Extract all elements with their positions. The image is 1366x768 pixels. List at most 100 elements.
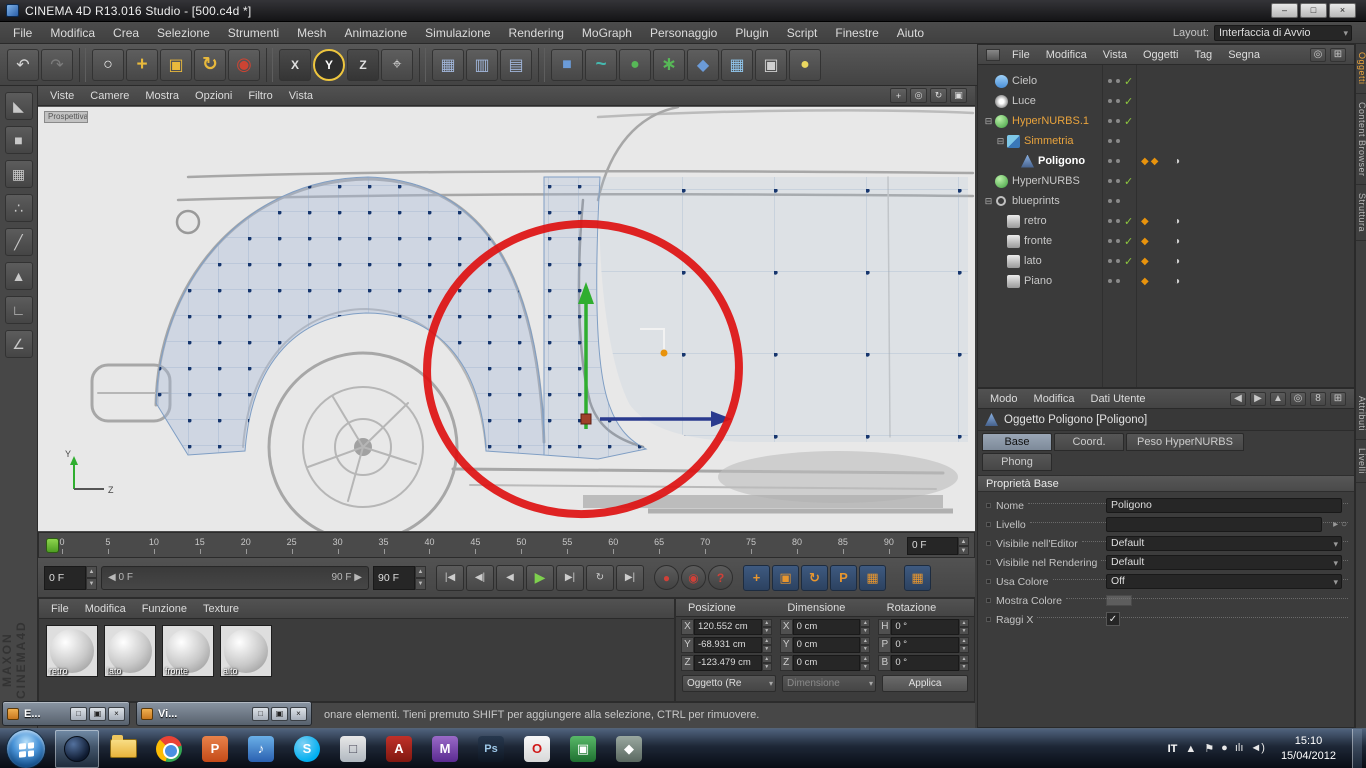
remote-desktop-taskbar-icon[interactable]: □ <box>331 730 375 768</box>
tree-item-luce[interactable]: Luce ✓ <box>978 91 1354 111</box>
visibility-dots-icon[interactable] <box>1108 179 1112 183</box>
object-mode-dropdown[interactable]: Oggetto (Re <box>682 675 776 692</box>
media-encoder-taskbar-icon[interactable]: ◆ <box>607 730 651 768</box>
position-field[interactable]: Z-123.479 cm▲▼ <box>681 655 772 671</box>
texture-tag-icon[interactable]: ◆◆ <box>1141 156 1160 167</box>
object-manager-menu-item[interactable]: File <box>1004 45 1038 65</box>
lock-z-axis-button[interactable]: Z <box>347 49 379 81</box>
uvw-tag-icon[interactable]: ◑ <box>1174 276 1180 287</box>
enabled-check-icon[interactable]: ✓ <box>1124 215 1133 228</box>
next-element-icon[interactable]: ▶ <box>1250 392 1266 406</box>
lock-x-axis-button[interactable]: X <box>279 49 311 81</box>
viewport-menu-item[interactable]: Mostra <box>137 86 187 106</box>
tree-item-poligono[interactable]: Poligono ◆◆ ◑ <box>978 151 1354 171</box>
new-panel-icon[interactable]: ⊞ <box>1330 392 1346 406</box>
network-icon[interactable]: ılı <box>1235 742 1244 755</box>
attribute-control[interactable]: Off <box>1106 574 1342 589</box>
record-keyframe-button[interactable]: ● <box>654 565 679 590</box>
tree-item-piano[interactable]: Piano ◆ ◑ <box>978 271 1354 291</box>
polygon-mode-button[interactable]: ▲ <box>5 262 33 290</box>
keyframe-selection-toggle[interactable]: ▦ <box>904 565 931 591</box>
attribute-menu-item[interactable]: Modo <box>982 389 1026 409</box>
separator[interactable] <box>419 48 426 82</box>
media-player-taskbar-icon[interactable]: ♪ <box>239 730 283 768</box>
panel-side-tab[interactable]: Oggetti <box>1356 44 1366 94</box>
object-manager-menu-item[interactable]: Segna <box>1220 45 1268 65</box>
explorer-taskbar-icon[interactable] <box>101 730 145 768</box>
visibility-dots-icon[interactable] <box>1108 99 1112 103</box>
object-label[interactable]: Poligono <box>1038 155 1085 167</box>
separator[interactable] <box>538 48 545 82</box>
expand-button[interactable]: ▣ <box>89 707 106 721</box>
rotation-field[interactable]: H0 °▲▼ <box>878 619 969 635</box>
section-header[interactable]: Proprietà Base <box>978 475 1354 492</box>
object-label[interactable]: retro <box>1024 215 1047 227</box>
apply-button[interactable]: Applica <box>882 675 968 692</box>
chrome-taskbar-icon[interactable] <box>147 730 191 768</box>
language-indicator[interactable]: IT <box>1168 743 1178 755</box>
range-start-stepper[interactable]: ▲▼ <box>86 566 97 590</box>
menu-item[interactable]: Animazione <box>335 22 416 44</box>
add-camera-button[interactable]: ▣ <box>755 49 787 81</box>
object-label[interactable]: lato <box>1024 255 1042 267</box>
make-editable-button[interactable]: ◣ <box>5 92 33 120</box>
search-icon[interactable]: ◎ <box>1310 48 1326 62</box>
panel-side-tab[interactable]: Struttura <box>1356 185 1366 241</box>
range-end-field[interactable]: 90 F ▲▼ <box>373 566 426 590</box>
expand-button[interactable]: ▣ <box>271 707 288 721</box>
timeline-ruler[interactable]: 051015202530354045505560657075808590 0 F… <box>38 532 975 558</box>
goto-end-button[interactable]: ▶| <box>616 565 644 591</box>
search-icon[interactable]: ◎ <box>1290 392 1306 406</box>
menu-item[interactable]: Strumenti <box>219 22 288 44</box>
visibility-dots-icon[interactable] <box>1108 239 1112 243</box>
opera-taskbar-icon[interactable]: O <box>515 730 559 768</box>
tree-item-retro[interactable]: retro ✓ ◆ ◑ <box>978 211 1354 231</box>
close-button[interactable]: × <box>290 707 307 721</box>
uvw-tag-icon[interactable]: ◑ <box>1174 216 1180 227</box>
object-label[interactable]: Cielo <box>1012 75 1037 87</box>
material-menu-item[interactable]: Texture <box>195 599 247 619</box>
object-manager-menu-item[interactable]: Tag <box>1186 45 1220 65</box>
panel-icon[interactable] <box>986 49 1000 61</box>
filter-icon[interactable]: ▲ <box>1270 392 1286 406</box>
redo-button[interactable]: ↷ <box>41 49 73 81</box>
object-label[interactable]: Piano <box>1024 275 1052 287</box>
add-environment-button[interactable]: ▦ <box>721 49 753 81</box>
goto-start-button[interactable]: |◀ <box>436 565 464 591</box>
menu-item[interactable]: Mesh <box>288 22 335 44</box>
render-picture-viewer-button[interactable]: ▥ <box>466 49 498 81</box>
lock-y-axis-button[interactable]: Y <box>313 49 345 81</box>
volume-icon[interactable]: ◄) <box>1250 742 1265 755</box>
cinema4d-taskbar-icon[interactable] <box>55 730 99 768</box>
panel-side-tab[interactable]: Livelli <box>1356 440 1366 483</box>
tree-item-hypernurbs[interactable]: HyperNURBS ✓ <box>978 171 1354 191</box>
viewport-canvas[interactable]: Y Z Prospettiva <box>38 106 975 531</box>
close-button[interactable]: × <box>1329 3 1356 18</box>
add-primitive-button[interactable]: ■ <box>551 49 583 81</box>
material-thumbnail[interactable]: lato <box>104 625 156 677</box>
photoshop-taskbar-icon[interactable]: Ps <box>469 730 513 768</box>
rotation-field[interactable]: P0 °▲▼ <box>878 637 969 653</box>
attribute-menu-item[interactable]: Modifica <box>1026 389 1083 409</box>
coordinate-system-button[interactable]: ⌖ <box>381 49 413 81</box>
keyframe-options-button[interactable]: ? <box>708 565 733 590</box>
add-deformer-button[interactable]: ◆ <box>687 49 719 81</box>
minimize-button[interactable]: – <box>1271 3 1298 18</box>
menu-item[interactable]: Selezione <box>148 22 219 44</box>
tree-item-hypernurbs-1[interactable]: ⊟ HyperNURBS.1 ✓ <box>978 111 1354 131</box>
enabled-check-icon[interactable]: ✓ <box>1124 175 1133 188</box>
undo-button[interactable]: ↶ <box>7 49 39 81</box>
scale-tool[interactable]: ▣ <box>160 49 192 81</box>
timeline-range-slider[interactable]: ◀ 0 F 90 F ▶ <box>101 566 369 590</box>
maximize-view-icon[interactable]: ▣ <box>950 88 967 103</box>
texture-tag-icon[interactable]: ◆ <box>1141 236 1151 247</box>
screen-share-taskbar-icon[interactable]: ▣ <box>561 730 605 768</box>
add-array-button[interactable]: ∗ <box>653 49 685 81</box>
attribute-control[interactable]: Default <box>1106 555 1342 570</box>
attribute-tab[interactable]: Coord. <box>1054 433 1124 451</box>
render-view-button[interactable]: ▦ <box>432 49 464 81</box>
axis-origin-handle[interactable] <box>581 414 591 424</box>
size-mode-dropdown[interactable]: Dimensione <box>782 675 876 692</box>
texture-tag-icon[interactable]: ◆ <box>1141 216 1151 227</box>
uvw-tag-icon[interactable]: ◑ <box>1174 156 1180 167</box>
